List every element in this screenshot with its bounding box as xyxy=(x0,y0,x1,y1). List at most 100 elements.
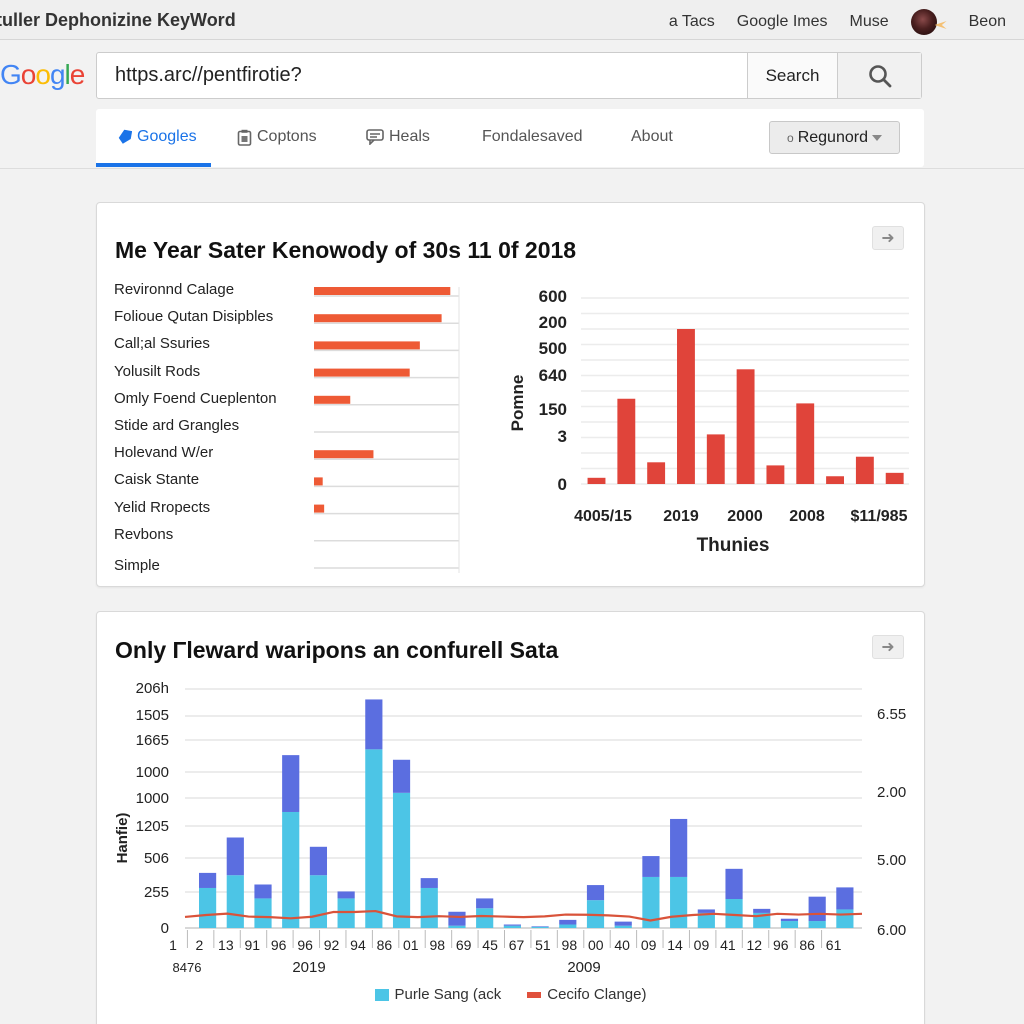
legend-item[interactable]: Cecifo Clange) xyxy=(527,986,646,1003)
google-logo[interactable]: Google xyxy=(0,59,86,91)
legend-label: Purle Sang (ack xyxy=(394,986,502,1003)
tab-coptons[interactable]: Coptons xyxy=(237,128,317,146)
stack-ytick-label: 1665 xyxy=(136,732,169,749)
vbar-bar xyxy=(885,472,904,484)
stack-xgroup-label: 8476 xyxy=(173,960,202,975)
vbar-bar xyxy=(826,476,844,484)
stack-ytick-label: 1505 xyxy=(136,707,169,724)
vbar-yaxis-title: Pomne xyxy=(508,375,527,432)
stack-bar-segment-secondary xyxy=(503,924,521,926)
stack-bar-segment-secondary xyxy=(753,908,771,913)
region-dropdown[interactable]: o Regunord xyxy=(769,121,900,154)
stack-ytick-label: 206h xyxy=(136,680,169,697)
stack-bar-segment-primary xyxy=(282,811,300,928)
region-label: Regunord xyxy=(797,128,868,146)
tag-icon xyxy=(118,129,132,144)
stack-bar-segment-primary xyxy=(503,925,521,928)
tab-label: Heals xyxy=(389,128,430,145)
vbar-bar xyxy=(677,329,695,484)
stack-bar-segment-secondary xyxy=(808,896,826,922)
stack-xtick-label: 51 xyxy=(535,937,551,953)
stack-xtick-label: 14 xyxy=(667,937,683,953)
vbar-xtick-label: 2008 xyxy=(789,508,825,525)
stack-right-tick-label: 2.00 xyxy=(877,784,906,801)
chat-icon xyxy=(366,129,384,145)
tab-googles[interactable]: Googles xyxy=(118,128,197,146)
logo-letter: o xyxy=(20,59,37,90)
stack-bar-segment-secondary xyxy=(586,885,605,901)
stack-right-tick-label: 5.00 xyxy=(877,852,906,869)
stack-bar-segment-secondary xyxy=(836,887,854,910)
vbar-ytick-label: 150 xyxy=(539,400,567,419)
search-button[interactable]: Search xyxy=(747,53,837,98)
stack-bar-segment-secondary xyxy=(780,918,799,922)
stack-bar-segment-secondary xyxy=(476,898,494,909)
user-name[interactable]: Beon xyxy=(969,13,1006,31)
stack-bar-segment-primary xyxy=(448,925,466,928)
stack-bar-segment-primary xyxy=(808,921,826,928)
active-tab-indicator xyxy=(96,163,211,167)
stack-bar-segment-secondary xyxy=(282,755,300,812)
legend-item[interactable]: Purle Sang (ack xyxy=(374,986,502,1003)
stack-xtick-label: 96 xyxy=(773,937,789,953)
stack-bar-segment-secondary xyxy=(531,926,549,927)
stack-bar-segment-primary xyxy=(614,925,632,928)
tab-heals[interactable]: Heals xyxy=(366,128,430,146)
top-links: a Tacs Google Imes Muse Beon xyxy=(669,9,1006,35)
search-icon-button[interactable] xyxy=(837,53,921,98)
stack-bar-segment-secondary xyxy=(697,909,715,913)
top-link-google-images[interactable]: Google Imes xyxy=(737,13,828,31)
stack-bar-segment-primary xyxy=(670,876,688,928)
search-bar: Search xyxy=(96,52,922,99)
user-avatar-icon[interactable] xyxy=(910,9,937,35)
stack-bar-segment-secondary xyxy=(448,911,466,926)
stack-xtick-label: 67 xyxy=(509,937,525,953)
search-input[interactable] xyxy=(97,53,747,98)
vbar-xtick-label: 4005/15 xyxy=(574,508,632,525)
stack-bar-segment-primary xyxy=(309,875,328,928)
stack-ytick-label: 1000 xyxy=(136,764,169,781)
vbar-bar xyxy=(617,398,636,484)
stack-xtick-label: 40 xyxy=(614,937,630,953)
vbar-bar xyxy=(736,369,755,484)
tab-fondalesaved[interactable]: Fondalesaved xyxy=(482,128,583,146)
vbar-bar xyxy=(796,403,815,484)
stack-ytick-label: 255 xyxy=(144,884,169,901)
stack-xtick-label: 98 xyxy=(429,937,445,953)
radio-icon: o xyxy=(787,130,794,145)
tab-about[interactable]: About xyxy=(631,128,673,146)
stack-yaxis-title: Hanfie) xyxy=(114,813,131,864)
summary-card: Me Year Sater Kenowody of 30s 11 0f 2018… xyxy=(96,202,925,587)
stack-xtick-label: 96 xyxy=(271,937,287,953)
stack-xtick-label: 00 xyxy=(588,937,604,953)
stack-xtick-label: 86 xyxy=(377,937,393,953)
legend-swatch xyxy=(374,988,389,1001)
logo-letter: g xyxy=(49,59,66,90)
stack-right-tick-label: 6.55 xyxy=(877,706,906,723)
logo-letter: e xyxy=(69,59,86,90)
logo-letter: o xyxy=(35,59,51,90)
stack-xtick-label: 94 xyxy=(350,937,366,953)
stacked-bar-line-chart: 206h 1505 1665 1000 1000 1205 506 255 0 6.55 2.00 5… xyxy=(114,680,906,976)
vbar-bar xyxy=(587,477,606,484)
vbar-xaxis-title: Thunies xyxy=(697,535,770,556)
stack-bar-segment-primary xyxy=(337,898,355,928)
tab-label: Fondalesaved xyxy=(482,128,583,145)
stack-xtick-label: 98 xyxy=(562,937,578,953)
vbar-xtick-label: $11/985 xyxy=(851,508,908,525)
stack-xtick-label: 61 xyxy=(826,937,842,953)
vbar-ytick-label: 640 xyxy=(539,366,567,385)
top-link-muse[interactable]: Muse xyxy=(850,13,889,31)
stack-bar-segment-secondary xyxy=(392,759,411,793)
stack-bar-segment-secondary xyxy=(365,699,383,750)
chevron-down-icon xyxy=(871,134,882,141)
vbar-ytick-label: 600 xyxy=(539,287,567,306)
stack-bar-segment-primary xyxy=(780,921,799,928)
stack-xtick-label: 2 xyxy=(196,937,204,953)
chart-legend: Purle Sang (ack Cecifo Clange) xyxy=(97,986,924,1003)
stack-ytick-label: 506 xyxy=(144,850,169,867)
top-link-tacs[interactable]: a Tacs xyxy=(669,13,715,31)
stack-xtick-label: 45 xyxy=(482,937,498,953)
vbar-bar xyxy=(855,456,874,484)
title-bar: tuller Dephonizine KeyWord a Tacs Google… xyxy=(0,0,1024,40)
